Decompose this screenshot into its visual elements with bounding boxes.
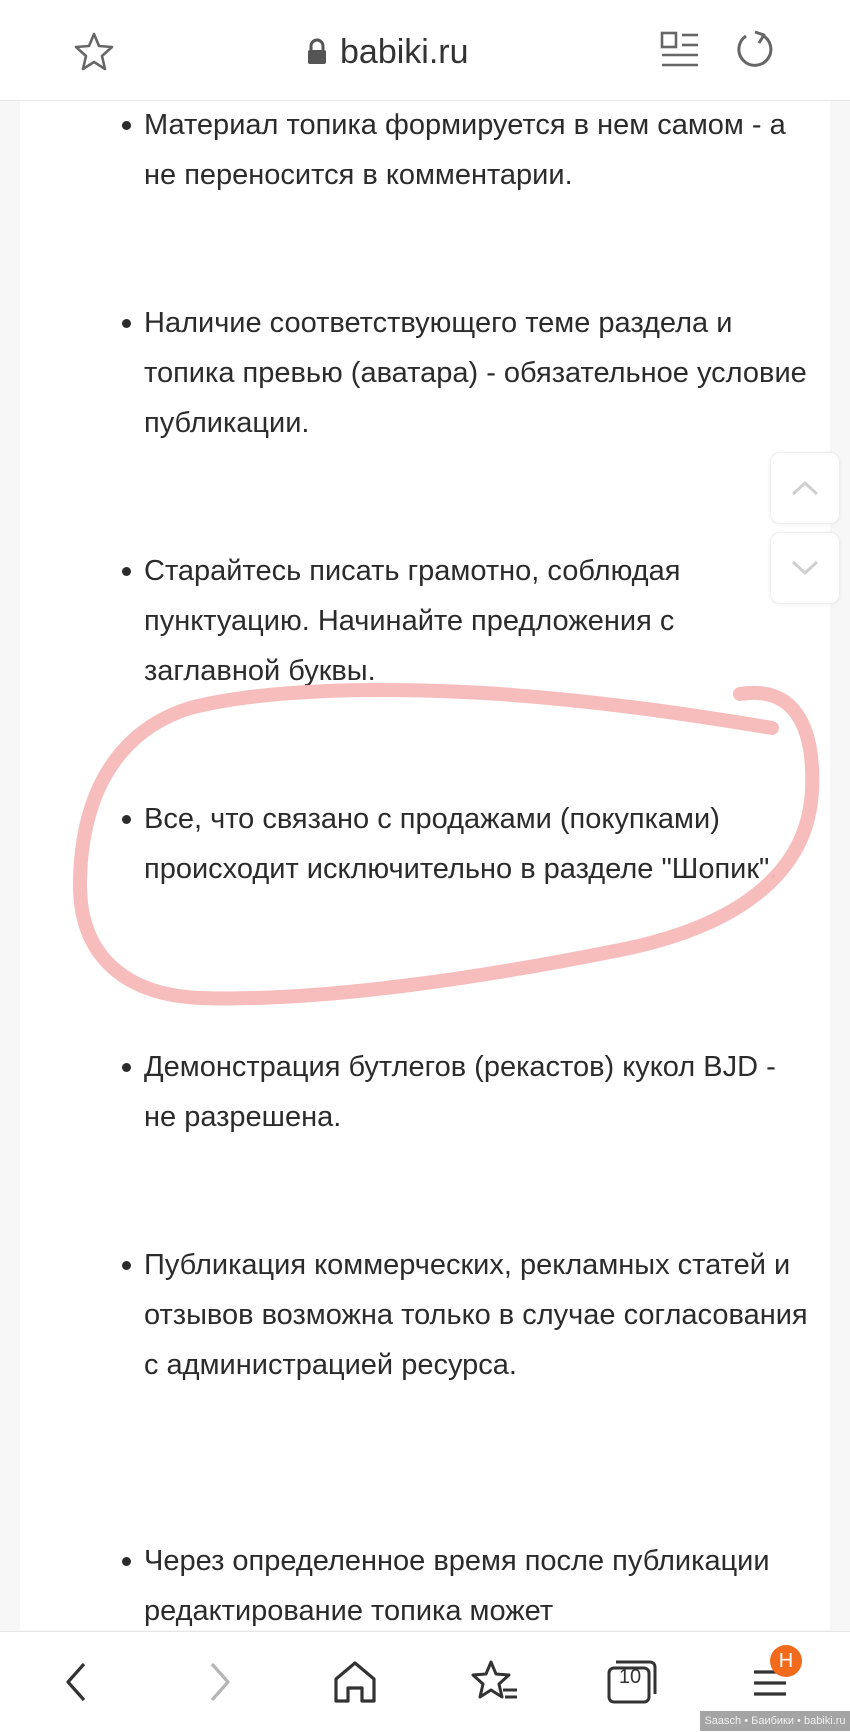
- reload-icon[interactable]: [733, 28, 777, 72]
- menu-notification-badge: Н: [770, 1645, 802, 1677]
- tab-count: 10: [618, 1666, 642, 1688]
- url-text: babiki.ru: [340, 32, 469, 71]
- list-item: Через определенное время после публикаци…: [122, 1536, 814, 1630]
- reader-mode-icon[interactable]: [660, 30, 700, 70]
- lock-icon: [308, 38, 326, 64]
- list-item: Все, что связано с продажами (покупками)…: [122, 794, 814, 894]
- scroll-up-button[interactable]: [770, 452, 840, 524]
- browser-top-bar: babiki.ru: [0, 0, 850, 101]
- address-bar[interactable]: babiki.ru: [306, 28, 469, 76]
- chevron-down-icon: [791, 560, 819, 576]
- back-icon[interactable]: [50, 1654, 106, 1710]
- page-content: Материал топика формируется в нем самом …: [20, 100, 830, 1630]
- watermark: Saasch • Баибики • babiki.ru: [700, 1711, 850, 1731]
- list-item: Материал топика формируется в нем самом …: [122, 100, 814, 200]
- list-item: Старайтесь писать грамотно, соблюдая пун…: [122, 546, 814, 696]
- list-item: Демонстрация бутлегов (рекастов) кукол B…: [122, 1042, 814, 1142]
- home-icon[interactable]: [327, 1654, 383, 1710]
- list-item: Наличие соответствующего теме раздела и …: [122, 298, 814, 448]
- chevron-up-icon: [791, 480, 819, 496]
- scroll-down-button[interactable]: [770, 532, 840, 604]
- list-item: Публикация коммерческих, рекламных стате…: [122, 1240, 814, 1390]
- bookmark-star-icon[interactable]: [72, 30, 116, 74]
- forward-icon[interactable]: [190, 1654, 246, 1710]
- bookmarks-icon[interactable]: [467, 1654, 523, 1710]
